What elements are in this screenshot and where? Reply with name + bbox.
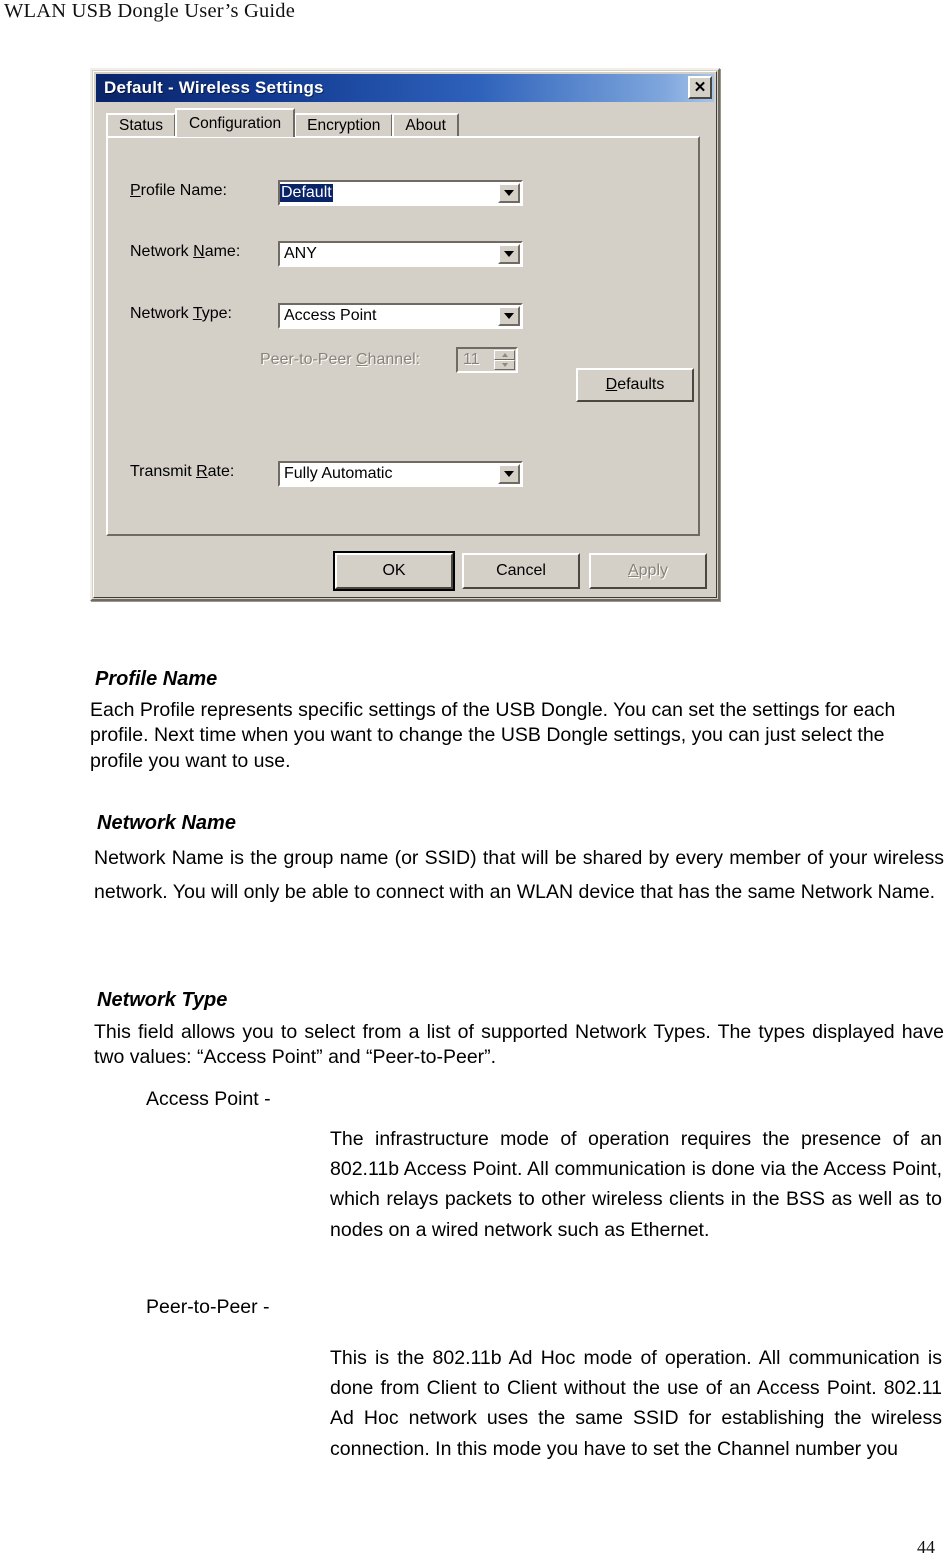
term-access-point: Access Point -	[146, 1088, 271, 1110]
paragraph-network-name: Network Name is the group name (or SSID)…	[94, 847, 944, 903]
configuration-tab-panel: Profile Name: Default Network Name: ANY …	[106, 136, 700, 536]
paragraph-network-type: This field allows you to select from a l…	[94, 1021, 944, 1069]
running-header: WLAN USB Dongle User’s Guide	[4, 0, 296, 22]
chevron-down-icon[interactable]	[498, 183, 520, 203]
term-peer-to-peer: Peer-to-Peer -	[146, 1296, 270, 1318]
tab-configuration[interactable]: Configuration	[174, 108, 296, 137]
peer-channel-value: 11	[463, 351, 480, 368]
page-number: 44	[917, 1537, 935, 1557]
tab-status[interactable]: Status	[106, 113, 176, 137]
tab-about[interactable]: About	[392, 113, 459, 137]
network-type-combo[interactable]: Access Point	[278, 303, 523, 329]
profile-name-row: Profile Name:	[130, 182, 280, 200]
spinner-down-icon[interactable]	[494, 360, 515, 370]
dialog-title: Default - Wireless Settings	[104, 78, 324, 97]
ok-button-label: OK	[382, 562, 406, 579]
heading-network-name: Network Name	[97, 812, 236, 834]
network-name-label: Network Name:	[130, 243, 241, 260]
peer-channel-label: Peer-to-Peer Channel:	[260, 351, 421, 368]
defaults-button-label: Defaults	[605, 376, 665, 393]
transmit-rate-value: Fully Automatic	[284, 465, 393, 482]
network-type-label: Network Type:	[130, 305, 232, 322]
definition-access-point: The infrastructure mode of operation req…	[330, 1128, 942, 1241]
peer-channel-spin-buttons[interactable]	[494, 350, 515, 370]
transmit-rate-label: Transmit Rate:	[130, 463, 235, 480]
wireless-settings-dialog: Default - Wireless Settings ✕ Status Con…	[90, 68, 720, 601]
tab-about-label: About	[405, 117, 446, 134]
network-name-row: Network Name:	[130, 243, 280, 261]
cancel-button[interactable]: Cancel	[462, 553, 580, 589]
tab-encryption-label: Encryption	[307, 117, 381, 134]
tab-configuration-label: Configuration	[188, 114, 282, 132]
network-name-combo[interactable]: ANY	[278, 241, 523, 267]
network-type-value: Access Point	[284, 307, 377, 324]
profile-name-value: Default	[280, 184, 333, 202]
spinner-up-icon[interactable]	[494, 350, 515, 360]
chevron-down-icon[interactable]	[498, 306, 520, 326]
profile-name-label: Profile Name:	[130, 182, 227, 199]
transmit-rate-combo[interactable]: Fully Automatic	[278, 461, 523, 487]
tab-status-label: Status	[119, 117, 163, 134]
dialog-titlebar: Default - Wireless Settings ✕	[96, 74, 714, 102]
definition-peer-to-peer: This is the 802.11b Ad Hoc mode of opera…	[330, 1347, 942, 1460]
transmit-rate-row: Transmit Rate:	[130, 463, 280, 481]
defaults-button[interactable]: Defaults	[576, 368, 694, 402]
cancel-button-label: Cancel	[496, 562, 546, 579]
profile-name-combo[interactable]: Default	[278, 180, 523, 206]
tab-encryption[interactable]: Encryption	[294, 113, 394, 137]
peer-channel-stepper[interactable]: 11	[456, 347, 518, 373]
network-name-value: ANY	[284, 245, 317, 262]
chevron-down-icon[interactable]	[498, 244, 520, 264]
apply-button: Apply	[589, 553, 707, 589]
apply-button-label: Apply	[627, 562, 669, 579]
heading-profile-name: Profile Name	[95, 668, 218, 690]
chevron-down-icon[interactable]	[498, 464, 520, 484]
tabstrip: Status Configuration Encryption About	[106, 108, 706, 137]
close-icon[interactable]: ✕	[688, 76, 712, 99]
network-type-row: Network Type:	[130, 305, 280, 323]
peer-channel-row: Peer-to-Peer Channel:	[260, 351, 420, 369]
paragraph-profile-name: Each Profile represents specific setting…	[90, 699, 896, 772]
heading-network-type: Network Type	[97, 989, 228, 1011]
ok-button[interactable]: OK	[333, 551, 455, 591]
